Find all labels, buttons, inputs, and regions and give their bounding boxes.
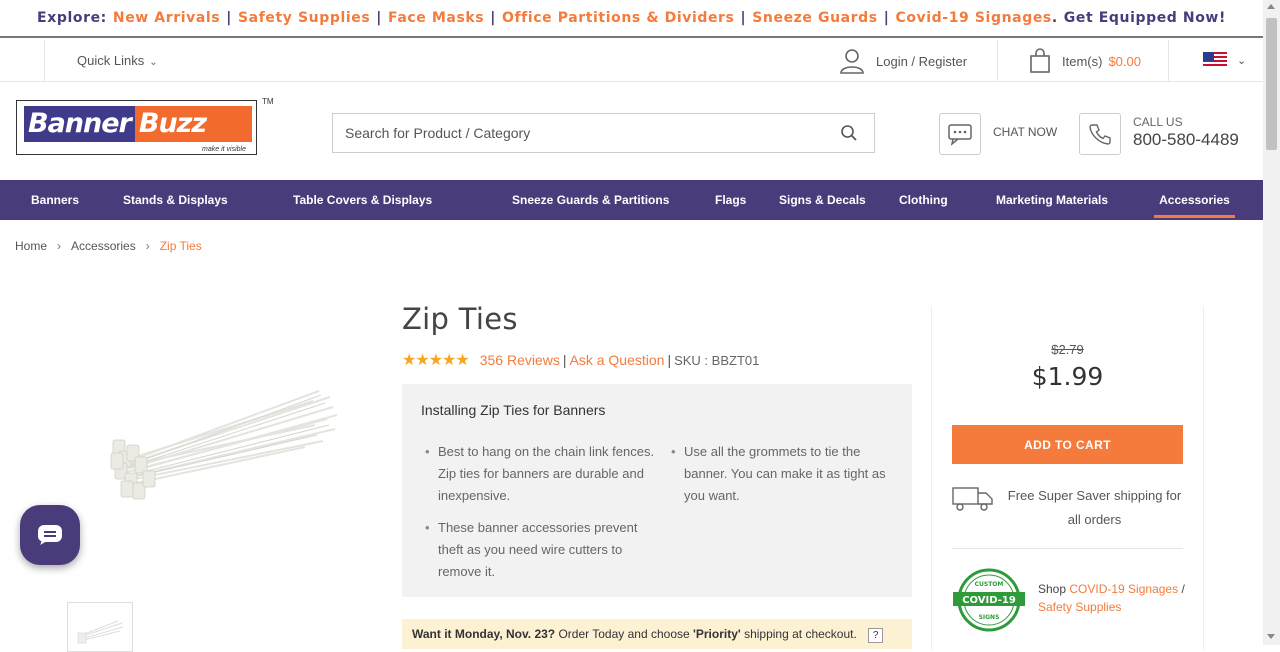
product-title: Zip Ties xyxy=(402,302,518,336)
covid-promo: COVID-19 CUSTOM SIGNS Shop COVID-19 Sign… xyxy=(952,568,1185,637)
chevron-right-icon: › xyxy=(145,239,150,253)
divider xyxy=(1168,40,1169,81)
chat-button[interactable] xyxy=(939,113,981,155)
divider xyxy=(997,40,998,81)
help-icon[interactable]: ? xyxy=(868,628,884,643)
quick-links-label: Quick Links xyxy=(77,53,145,68)
main-nav: Banners Stands & Displays Table Covers &… xyxy=(0,180,1263,220)
phone-number[interactable]: 800-580-4489 xyxy=(1133,130,1239,150)
ask-question-link[interactable]: Ask a Question xyxy=(570,352,665,368)
shop-label: Shop xyxy=(1038,582,1067,596)
reviews-link[interactable]: 356 Reviews xyxy=(480,352,560,368)
shopping-bag-icon xyxy=(1030,48,1050,73)
chevron-down-icon: ⌄ xyxy=(1237,54,1247,67)
current-price: $1.99 xyxy=(1031,362,1104,391)
badge-top-text: CUSTOM xyxy=(975,581,1004,588)
nav-signs-decals[interactable]: Signs & Decals xyxy=(779,180,866,220)
divider xyxy=(952,548,1183,549)
list-item: Use all the grommets to tie the banner. … xyxy=(671,441,891,507)
promo-link-office-partitions[interactable]: Office Partitions & Dividers xyxy=(502,10,735,26)
utility-spacer xyxy=(0,40,45,81)
promo-link-covid-signages[interactable]: Covid-19 Signages xyxy=(895,10,1051,26)
badge-bottom-text: SIGNS xyxy=(979,614,1000,621)
promo-link-new-arrivals[interactable]: New Arrivals xyxy=(113,10,220,26)
nav-sneeze-guards[interactable]: Sneeze Guards & Partitions xyxy=(512,180,669,220)
chat-bubble-icon xyxy=(948,124,972,146)
live-chat-button[interactable] xyxy=(20,505,80,565)
promo-bar: Explore: New Arrivals | Safety Supplies | … xyxy=(0,0,1263,38)
add-to-cart-button[interactable]: ADD TO CART xyxy=(952,425,1183,464)
covid-signages-link[interactable]: COVID-19 Signages xyxy=(1069,582,1178,596)
breadcrumb-accessories[interactable]: Accessories xyxy=(71,239,136,253)
chevron-down-icon: ⌄ xyxy=(149,57,158,68)
cart-amount: $0.00 xyxy=(1108,53,1141,69)
truck-icon xyxy=(952,487,993,511)
bannerbuzz-logo[interactable]: Banner Buzz make it visible TM xyxy=(16,97,274,155)
breadcrumb-home[interactable]: Home xyxy=(15,239,47,253)
user-icon xyxy=(840,49,864,74)
cart-link[interactable]: Item(s) $0.00 xyxy=(1028,46,1141,76)
info-bullets-left: Best to hang on the chain link fences. Z… xyxy=(425,441,660,593)
page-scrollbar[interactable] xyxy=(1263,0,1280,645)
search-bar xyxy=(332,113,875,153)
phone-icon xyxy=(1089,124,1111,145)
nav-banners[interactable]: Banners xyxy=(31,180,79,220)
scroll-up-arrow-icon[interactable] xyxy=(1267,4,1275,9)
promo-link-safety-supplies[interactable]: Safety Supplies xyxy=(238,10,370,26)
chevron-right-icon: › xyxy=(57,239,62,253)
delivery-text-end: shipping at checkout. xyxy=(744,627,857,641)
scrollbar-thumb[interactable] xyxy=(1266,18,1277,150)
info-bullets-right: Use all the grommets to tie the banner. … xyxy=(671,441,891,517)
login-register-label: Login / Register xyxy=(876,53,968,69)
price-panel: $2.79 $1.99 ADD TO CART Free Super Saver… xyxy=(931,306,1204,651)
breadcrumb-current: Zip Ties xyxy=(159,239,202,253)
nav-table-covers[interactable]: Table Covers & Displays xyxy=(293,180,432,220)
search-icon[interactable] xyxy=(840,124,858,147)
delivery-priority: 'Priority' xyxy=(693,627,741,641)
cart-items-label: Item(s) xyxy=(1062,53,1103,69)
covid-shop-text: Shop COVID-19 Signages / Safety Supplies xyxy=(1038,580,1198,616)
covid-19-signs-badge[interactable]: COVID-19 CUSTOM SIGNS xyxy=(952,568,1026,632)
product-sku: SKU : BBZT01 xyxy=(674,352,760,368)
promo-link-face-masks[interactable]: Face Masks xyxy=(388,10,484,26)
old-price: $2.79 xyxy=(1051,342,1084,357)
list-item: These banner accessories prevent theft a… xyxy=(425,517,660,583)
badge-mid-text: COVID-19 xyxy=(962,595,1016,606)
delivery-text: Order Today and choose xyxy=(558,627,690,641)
logo-buzz-text: Buzz xyxy=(134,106,252,142)
nav-stands-displays[interactable]: Stands & Displays xyxy=(123,180,228,220)
nav-marketing-materials[interactable]: Marketing Materials xyxy=(996,180,1108,220)
promo-link-sneeze-guards[interactable]: Sneeze Guards xyxy=(752,10,878,26)
chat-icon xyxy=(38,525,62,545)
nav-clothing[interactable]: Clothing xyxy=(899,180,948,220)
quick-links-dropdown[interactable]: Quick Links ⌄ xyxy=(77,53,158,68)
product-image[interactable] xyxy=(105,385,340,515)
nav-accessories[interactable]: Accessories xyxy=(1154,180,1235,218)
product-info-box: Installing Zip Ties for Banners Best to … xyxy=(402,384,912,597)
scroll-down-arrow-icon[interactable] xyxy=(1267,634,1275,639)
logo-banner-text: Banner xyxy=(24,106,135,142)
country-selector[interactable]: ⌄ xyxy=(1203,52,1246,68)
logo-trademark: TM xyxy=(262,97,274,106)
chat-now-label[interactable]: CHAT NOW xyxy=(993,125,1057,139)
delivery-date: Want it Monday, Nov. 23? xyxy=(412,627,556,641)
shipping-text: Free Super Saver shipping for all orders xyxy=(1007,488,1182,527)
separator: / xyxy=(1181,582,1185,596)
safety-supplies-link[interactable]: Safety Supplies xyxy=(1038,600,1121,614)
nav-flags[interactable]: Flags xyxy=(715,180,746,220)
phone-button[interactable] xyxy=(1079,113,1121,155)
search-input[interactable] xyxy=(333,114,823,152)
login-register-link[interactable]: Login / Register xyxy=(838,46,967,76)
breadcrumb: Home › Accessories › Zip Ties xyxy=(15,239,202,253)
promo-suffix: Get Equipped Now! xyxy=(1063,10,1226,26)
rating-row: ★★★★★ 356 Reviews | Ask a Question | SKU… xyxy=(402,352,760,369)
promo-prefix: Explore: xyxy=(37,10,107,26)
star-rating: ★★★★★ xyxy=(402,352,470,369)
list-item: Best to hang on the chain link fences. Z… xyxy=(425,441,660,507)
info-heading: Installing Zip Ties for Banners xyxy=(421,402,606,418)
call-us-label: CALL US xyxy=(1133,115,1183,129)
utility-bar: Quick Links ⌄ Login / Register Item(s) $0… xyxy=(0,40,1263,82)
us-flag-icon xyxy=(1203,52,1227,68)
logo-tagline: make it visible xyxy=(202,146,246,153)
